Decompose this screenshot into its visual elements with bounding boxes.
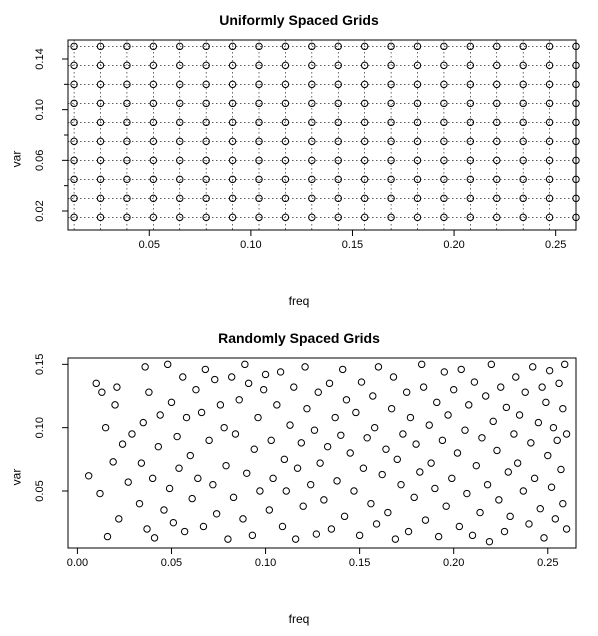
y-axis-label: var	[9, 469, 23, 486]
chart-title: Randomly Spaced Grids	[0, 330, 598, 346]
svg-text:0.05: 0.05	[34, 480, 46, 501]
svg-text:0.10: 0.10	[34, 99, 46, 120]
svg-text:0.06: 0.06	[34, 150, 46, 171]
svg-text:0.10: 0.10	[255, 557, 276, 569]
svg-text:0.02: 0.02	[34, 200, 46, 221]
svg-text:0.10: 0.10	[240, 239, 261, 251]
svg-text:0.15: 0.15	[349, 557, 370, 569]
svg-text:0.10: 0.10	[34, 417, 46, 438]
svg-text:0.20: 0.20	[443, 239, 464, 251]
svg-text:0.15: 0.15	[34, 354, 46, 375]
uniform-grid-panel: Uniformly Spaced Grids var freq 0.050.10…	[0, 0, 598, 318]
plot-area: 0.000.050.100.150.200.250.050.100.15	[68, 358, 576, 548]
plot-svg: 0.000.050.100.150.200.250.050.100.15	[68, 358, 576, 588]
plot-svg: 0.050.100.150.200.250.020.060.100.14	[68, 40, 576, 270]
svg-text:0.00: 0.00	[67, 557, 88, 569]
plot-area: 0.050.100.150.200.250.020.060.100.14	[68, 40, 576, 230]
svg-text:0.05: 0.05	[139, 239, 160, 251]
y-axis-label: var	[9, 151, 23, 168]
random-grid-panel: Randomly Spaced Grids var freq 0.000.050…	[0, 318, 598, 636]
svg-text:0.20: 0.20	[443, 557, 464, 569]
x-axis-label: freq	[0, 612, 598, 626]
svg-text:0.25: 0.25	[545, 239, 566, 251]
x-axis-label: freq	[0, 294, 598, 308]
svg-text:0.05: 0.05	[161, 557, 182, 569]
svg-text:0.14: 0.14	[34, 48, 46, 69]
chart-title: Uniformly Spaced Grids	[0, 12, 598, 28]
svg-text:0.15: 0.15	[342, 239, 363, 251]
svg-text:0.25: 0.25	[537, 557, 558, 569]
